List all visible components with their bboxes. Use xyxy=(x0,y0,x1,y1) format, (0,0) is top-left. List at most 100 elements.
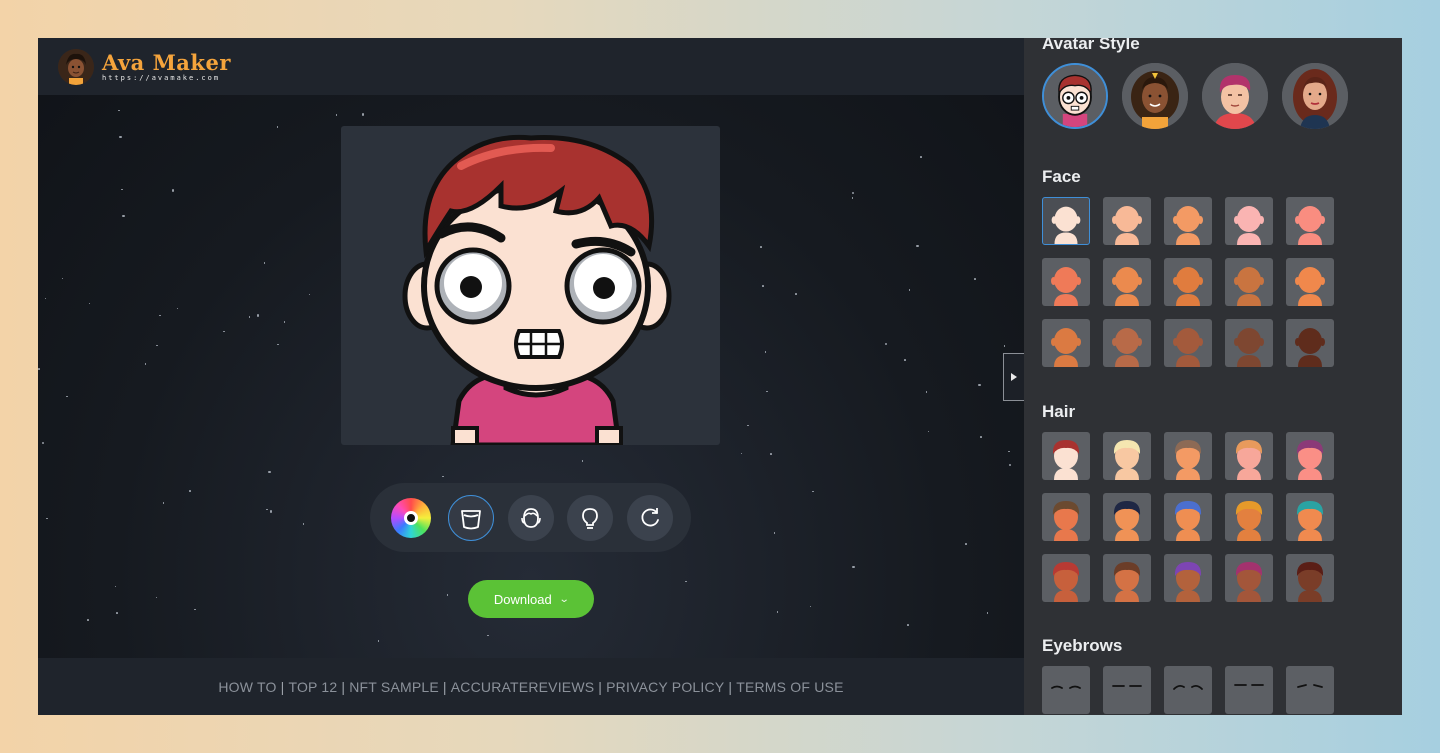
avatar-style-option-realistic-woman[interactable] xyxy=(1282,63,1348,129)
star xyxy=(118,109,120,112)
footer-link-terms-of-use[interactable]: TERMS OF USE xyxy=(736,679,843,695)
star xyxy=(266,508,268,511)
logo-avatar-icon[interactable] xyxy=(58,48,94,85)
hair-option-tile[interactable] xyxy=(1164,554,1212,602)
footer-link-nft-sample[interactable]: NFT SAMPLE xyxy=(349,679,439,695)
star xyxy=(442,475,444,478)
face-option-tile[interactable] xyxy=(1164,197,1212,245)
star xyxy=(189,490,191,492)
star xyxy=(927,430,930,433)
hair-option-tile[interactable] xyxy=(1286,554,1334,602)
star xyxy=(795,293,797,295)
star xyxy=(171,189,175,192)
hair-option-tile[interactable] xyxy=(1042,432,1090,480)
logo[interactable]: Ava Maker https://avamake.com xyxy=(102,52,231,82)
face-option-tile[interactable] xyxy=(1103,258,1151,306)
star xyxy=(162,502,165,504)
face-option-tile[interactable] xyxy=(1042,197,1090,245)
hair-option-tile[interactable] xyxy=(1103,554,1151,602)
idea-tool-button[interactable] xyxy=(567,494,614,541)
star xyxy=(581,460,584,462)
star xyxy=(908,289,911,291)
face-option-tile[interactable] xyxy=(1225,319,1273,367)
avatar-style-option-cartoon-boy[interactable] xyxy=(1042,63,1108,129)
face-option-tile[interactable] xyxy=(1164,258,1212,306)
star xyxy=(44,297,47,300)
star xyxy=(965,543,967,545)
refresh-icon xyxy=(641,507,659,526)
avatar-style-option-curly-woman[interactable] xyxy=(1122,63,1188,129)
star xyxy=(1008,463,1012,467)
shirt-tool-button[interactable] xyxy=(447,494,494,541)
star xyxy=(122,214,125,218)
footer-link-how-to[interactable]: HOW TO xyxy=(218,679,276,695)
panel-collapse-button[interactable] xyxy=(1003,353,1024,401)
download-button[interactable]: Download ⌄ xyxy=(468,580,594,618)
color-picker-button[interactable] xyxy=(388,495,434,541)
hair-option-tile[interactable] xyxy=(1042,493,1090,541)
hair-option-tile[interactable] xyxy=(1164,432,1212,480)
face-option-tile[interactable] xyxy=(1286,319,1334,367)
star xyxy=(335,114,338,116)
face-tool-button[interactable] xyxy=(507,494,554,541)
face-option-tile[interactable] xyxy=(1042,258,1090,306)
footer-separator: | xyxy=(598,678,603,695)
section-title-eyebrows: Eyebrows xyxy=(1042,636,1123,655)
star xyxy=(119,135,122,139)
hair-option-tile[interactable] xyxy=(1042,554,1090,602)
star xyxy=(269,510,273,513)
hair-option-tile[interactable] xyxy=(1225,493,1273,541)
star xyxy=(176,307,179,310)
eyebrow-option-tile[interactable] xyxy=(1103,666,1151,714)
footer-separator: | xyxy=(341,678,346,695)
face-option-tile[interactable] xyxy=(1286,258,1334,306)
avatar-preview-image xyxy=(402,134,672,445)
star xyxy=(685,580,687,583)
hair-option-tile[interactable] xyxy=(1103,432,1151,480)
eyebrow-option-tile[interactable] xyxy=(1225,666,1273,714)
face-option-tile[interactable] xyxy=(1042,319,1090,367)
color-wheel-icon xyxy=(391,497,431,538)
face-option-tile[interactable] xyxy=(1225,258,1273,306)
hair-option-tile[interactable] xyxy=(1286,493,1334,541)
face-option-tile[interactable] xyxy=(1103,319,1151,367)
footer-link-top-12[interactable]: TOP 12 xyxy=(288,679,337,695)
star xyxy=(156,344,158,347)
footer-link-accuratereviews[interactable]: ACCURATEREVIEWS xyxy=(451,679,595,695)
eyebrow-option-tile[interactable] xyxy=(1286,666,1334,714)
face-option-tile[interactable] xyxy=(1225,197,1273,245)
star xyxy=(920,156,922,158)
face-option-tile[interactable] xyxy=(1164,319,1212,367)
hair-option-tile[interactable] xyxy=(1225,554,1273,602)
reset-tool-button[interactable] xyxy=(627,494,673,541)
star xyxy=(762,285,764,287)
star xyxy=(852,565,855,569)
eyebrow-option-tile[interactable] xyxy=(1042,666,1090,714)
avatar-style-option-flat-man[interactable] xyxy=(1202,63,1268,129)
star xyxy=(986,612,989,614)
avatar-style-thumbnail xyxy=(1202,63,1268,129)
face-outline-icon xyxy=(520,507,541,528)
star xyxy=(851,197,854,199)
footer: HOW TO | TOP 12 | NFT SAMPLE | ACCURATER… xyxy=(38,658,1024,715)
star xyxy=(277,343,279,346)
face-option-tile[interactable] xyxy=(1103,197,1151,245)
hair-option-tile[interactable] xyxy=(1164,493,1212,541)
chevron-down-icon: ⌄ xyxy=(558,593,570,605)
footer-separator: | xyxy=(442,678,447,695)
shirt-icon xyxy=(460,509,481,529)
footer-link-privacy-policy[interactable]: PRIVACY POLICY xyxy=(606,679,724,695)
logo-title: Ava Maker xyxy=(102,49,231,75)
star xyxy=(114,585,117,588)
face-option-tile[interactable] xyxy=(1286,197,1334,245)
star xyxy=(87,619,89,621)
eyebrow-option-tile[interactable] xyxy=(1164,666,1212,714)
download-label: Download xyxy=(493,591,552,607)
avatar-preview-canvas xyxy=(341,126,720,445)
hair-option-tile[interactable] xyxy=(1103,493,1151,541)
star xyxy=(978,383,981,386)
hair-option-tile[interactable] xyxy=(1225,432,1273,480)
hair-option-tile[interactable] xyxy=(1286,432,1334,480)
section-title-avatar-style: Avatar Style xyxy=(1042,38,1140,53)
star xyxy=(38,368,40,370)
